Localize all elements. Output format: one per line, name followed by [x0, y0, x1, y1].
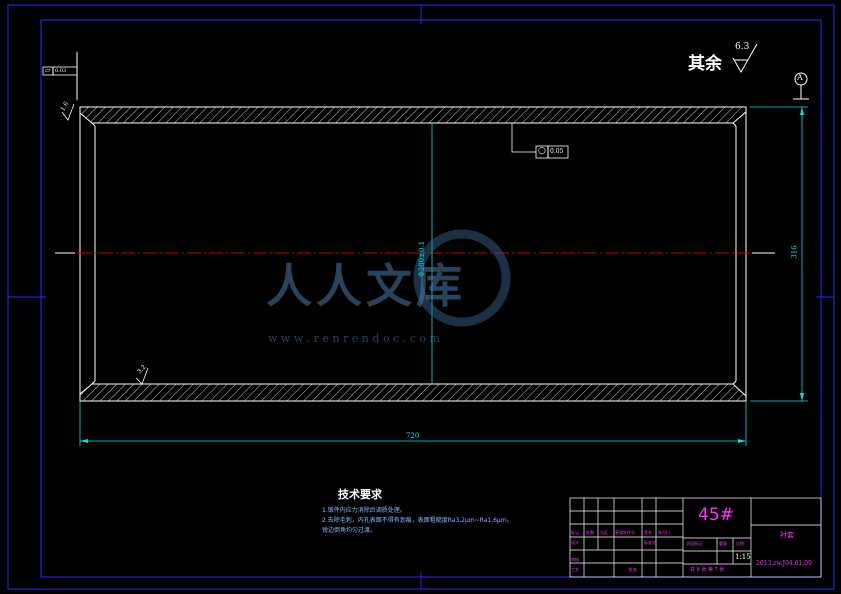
datum-label: A — [797, 73, 803, 82]
length-arrow-right — [738, 439, 746, 443]
scale-value: 1:15 — [735, 553, 751, 561]
roundness-symbol: ○ — [538, 146, 546, 156]
tb-label-qianming: 签名 — [644, 530, 652, 535]
tech-requirements-title: 技术要求 — [338, 488, 382, 501]
tb-label-chushu: 处数 — [586, 530, 594, 535]
od-arrow-bottom — [800, 393, 804, 401]
sheet-info: 共 9 张 第 7 张 — [690, 567, 725, 573]
roughness-note-label: 其余 — [688, 54, 722, 74]
watermark-url: w w w . r e n r e n d o c . c o m — [268, 332, 440, 345]
tb-label-pizhun: 批准 — [629, 567, 637, 572]
tb-label-fenqu: 分区 — [600, 530, 608, 535]
length-dimension: 720 — [406, 432, 420, 440]
drawing-number: 2013.zw.J04.01.09 — [756, 560, 812, 567]
tech-requirement-2: 2.去除毛刺，内孔表面不得有划痕，表面粗糙度Ra3.2μm~Ra1.6μm。 — [322, 517, 513, 524]
tb-label-biaoji: 标记 — [571, 530, 579, 535]
part-name: 衬套 — [780, 531, 794, 539]
top-wall-section — [79, 106, 747, 124]
bore-edge-right — [732, 122, 737, 127]
tb-label-shenhe: 审核 — [571, 557, 579, 562]
tb-label-nianyueri: 年月日 — [658, 530, 670, 535]
flatness-value: 0.03 — [55, 68, 67, 74]
material-label: 45# — [698, 505, 734, 525]
watermark-brand: 人人文库 — [266, 259, 466, 313]
tech-requirement-1: 1.锻件内应力消除后调质处理。 — [322, 507, 406, 514]
tb-label-gongyi: 工艺 — [571, 567, 579, 572]
tb-label-sheji: 设计 — [571, 540, 579, 545]
od-arrow-top — [800, 107, 804, 115]
tb-label-biaozhunhua: 标准化 — [644, 540, 656, 545]
tb-label-jieduan: 阶段标记 — [687, 541, 703, 546]
tb-label-genggai: 更改文件号 — [615, 530, 635, 535]
tech-requirement-3: 锐边倒角均匀过渡。 — [322, 527, 377, 534]
roughness-value: 6.3 — [735, 42, 750, 52]
roundness-leader — [511, 123, 536, 153]
tb-label-zhongliang: 重量 — [719, 541, 727, 546]
flatness-symbol: ⏥ — [45, 66, 51, 74]
tb-label-bili: 比例 — [736, 541, 744, 546]
outer-diameter-dimension: 316 — [790, 245, 799, 259]
roundness-value: 0.05 — [550, 148, 564, 155]
length-arrow-left — [80, 439, 88, 443]
bore-edge-right-bottom — [732, 380, 737, 385]
bottom-wall-section — [79, 383, 747, 402]
